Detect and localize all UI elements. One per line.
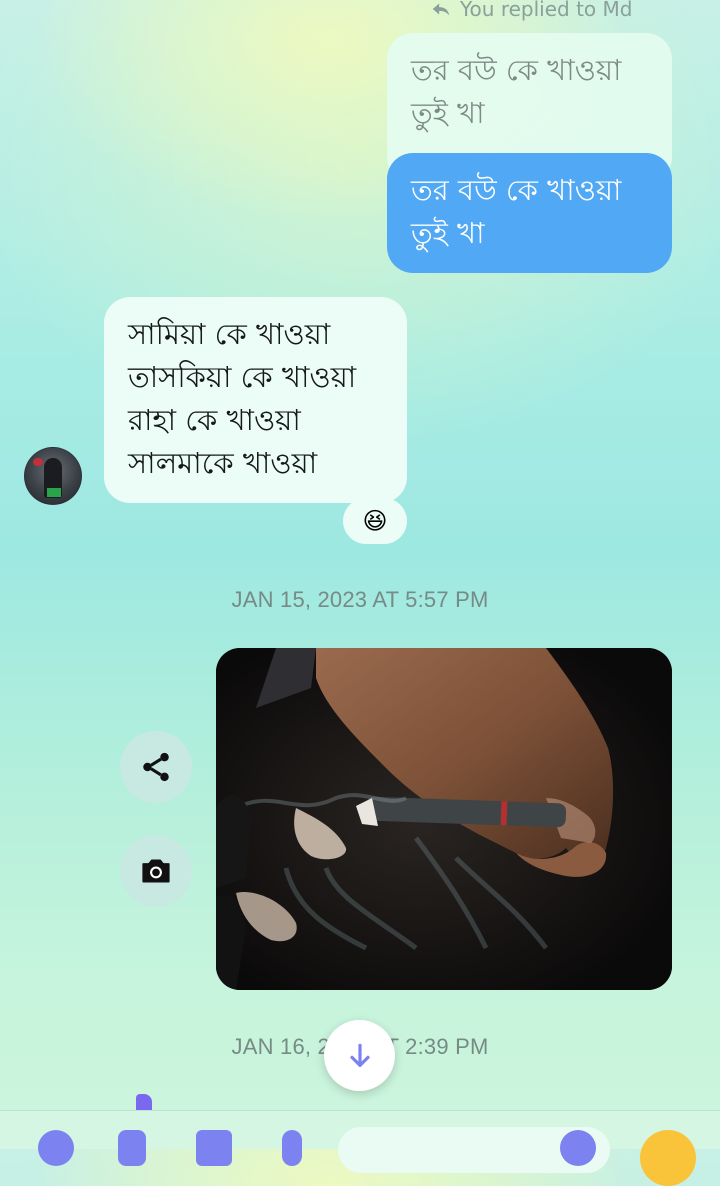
- sticker-icon[interactable]: [560, 1130, 596, 1166]
- reaction-emoji: 😆: [362, 507, 388, 535]
- sent-message-bubble[interactable]: তর বউ কে খাওয়া তুই খা: [387, 153, 672, 273]
- avatar-detail: [33, 458, 43, 466]
- emoji-button[interactable]: [640, 1130, 696, 1186]
- reply-note-text: You replied to Md: [460, 0, 633, 21]
- received-line-4: সালমাকে খাওয়া: [128, 446, 318, 480]
- received-line-3: রাহা কে খাওয়া: [128, 403, 301, 437]
- microphone-icon[interactable]: [282, 1130, 302, 1166]
- arrow-down-icon: [349, 1043, 370, 1067]
- quoted-message-text: তর বউ কে খাওয়া তুই খা: [411, 49, 661, 135]
- sent-line-1: তর বউ কে খাওয়া: [411, 173, 622, 207]
- reply-context-note: You replied to Md: [430, 0, 670, 22]
- received-line-1: সামিয়া কে খাওয়া: [128, 317, 331, 351]
- sender-avatar[interactable]: [24, 447, 82, 505]
- share-button[interactable]: [120, 731, 192, 803]
- received-message-bubble[interactable]: সামিয়া কে খাওয়া তাসকিয়া কে খাওয়া রাহ…: [104, 297, 407, 503]
- timestamp-divider: JAN 15, 2023 AT 5:57 PM: [231, 587, 489, 612]
- camera-shortcut-icon[interactable]: [118, 1130, 146, 1166]
- message-reaction[interactable]: 😆: [343, 498, 407, 544]
- quoted-line-2: তুই খা: [411, 96, 485, 130]
- share-icon: [143, 752, 169, 782]
- avatar-flag: [47, 488, 61, 497]
- reply-arrow-icon: [432, 3, 450, 16]
- scroll-to-bottom-button[interactable]: [324, 1020, 395, 1091]
- quoted-line-1: তর বউ কে খাওয়া: [411, 53, 622, 87]
- shared-photo[interactable]: [216, 648, 672, 990]
- received-line-2: তাসকিয়া কে খাওয়া: [128, 360, 357, 394]
- sent-message-text: তর বউ কে খাওয়া তুই খা: [411, 169, 661, 255]
- camera-icon: [142, 859, 170, 883]
- gallery-icon[interactable]: [196, 1130, 232, 1166]
- sent-line-2: তুই খা: [411, 216, 485, 250]
- camera-button[interactable]: [120, 835, 192, 907]
- menu-icon[interactable]: [38, 1130, 74, 1166]
